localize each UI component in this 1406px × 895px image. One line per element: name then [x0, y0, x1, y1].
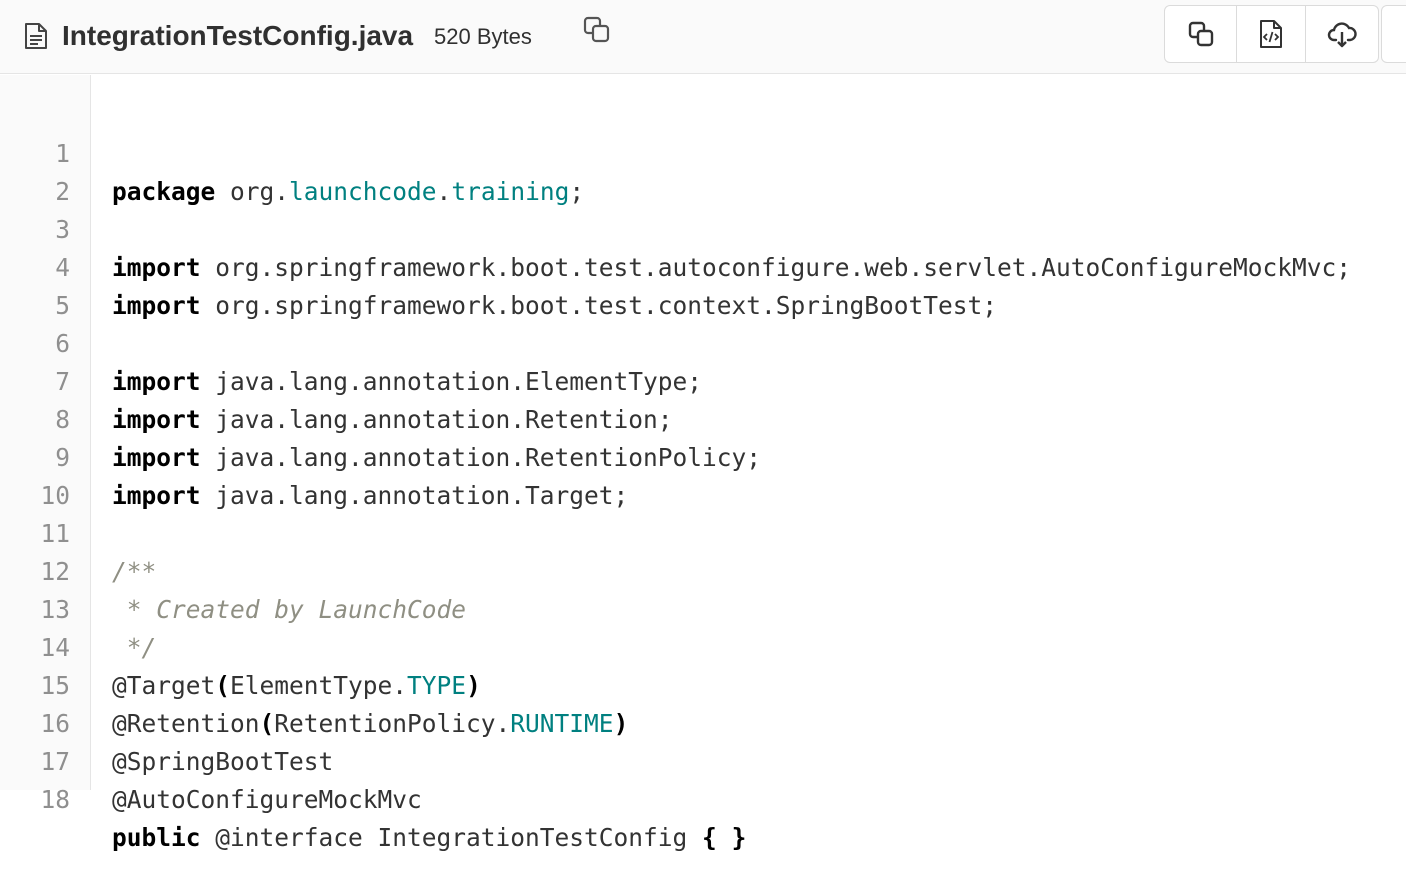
code-line: 13 */ [0, 553, 1406, 662]
code-line: 4 import org.springframework.boot.test.c… [0, 211, 1406, 320]
file-icon [25, 23, 47, 49]
code-line: 5 [0, 249, 1406, 320]
code-line: 11 /** [0, 477, 1406, 586]
code-token: } [731, 823, 747, 852]
code-line: 15 @Retention(RetentionPolicy.RUNTIME) [0, 629, 1406, 738]
code-token: @AutoConfigureMockMvc [112, 785, 422, 814]
code-line: 2 [0, 135, 1406, 206]
code-token: @interface IntegrationTestConfig [200, 823, 703, 852]
code-token: { [702, 823, 717, 852]
code-token: public [112, 823, 201, 852]
code-line: 7 import java.lang.annotation.Retention; [0, 325, 1406, 434]
cloud-download-icon [1327, 22, 1357, 48]
line-number[interactable]: 18 [0, 781, 70, 819]
file-name: IntegrationTestConfig.java [62, 20, 414, 51]
code-line: 18 public @interface IntegrationTestConf… [0, 743, 1406, 852]
code-line: 14 @Target(ElementType.TYPE) [0, 591, 1406, 700]
copy-file-path-icon[interactable] [582, 15, 612, 45]
code-line: 1 package org.launchcode.training; [0, 97, 1406, 206]
more-actions-button[interactable] [1381, 5, 1406, 63]
code-line: 12 * Created by LaunchCode [0, 515, 1406, 624]
file-actions-group [1164, 5, 1379, 63]
file-code-icon [1260, 20, 1282, 48]
file-size: 520 Bytes [434, 24, 532, 49]
code-line: 16 @SpringBootTest [0, 667, 1406, 776]
copy-contents-button[interactable] [1164, 5, 1237, 63]
code-line: 3 import org.springframework.boot.test.a… [0, 173, 1406, 282]
code-line: 10 [0, 439, 1406, 510]
file-header: IntegrationTestConfig.java 520 Bytes [0, 0, 1406, 74]
code-line: 8 import java.lang.annotation.RetentionP… [0, 363, 1406, 472]
open-raw-button[interactable] [1236, 5, 1306, 63]
download-button[interactable] [1305, 5, 1379, 63]
code-line: 9 import java.lang.annotation.Target; [0, 401, 1406, 510]
copy-icon [1188, 21, 1213, 47]
code-line: 17 @AutoConfigureMockMvc [0, 705, 1406, 814]
code-line: 6 import java.lang.annotation.ElementTyp… [0, 287, 1406, 396]
code-view: 1 package org.launchcode.training; 2 3 i… [0, 97, 1406, 852]
